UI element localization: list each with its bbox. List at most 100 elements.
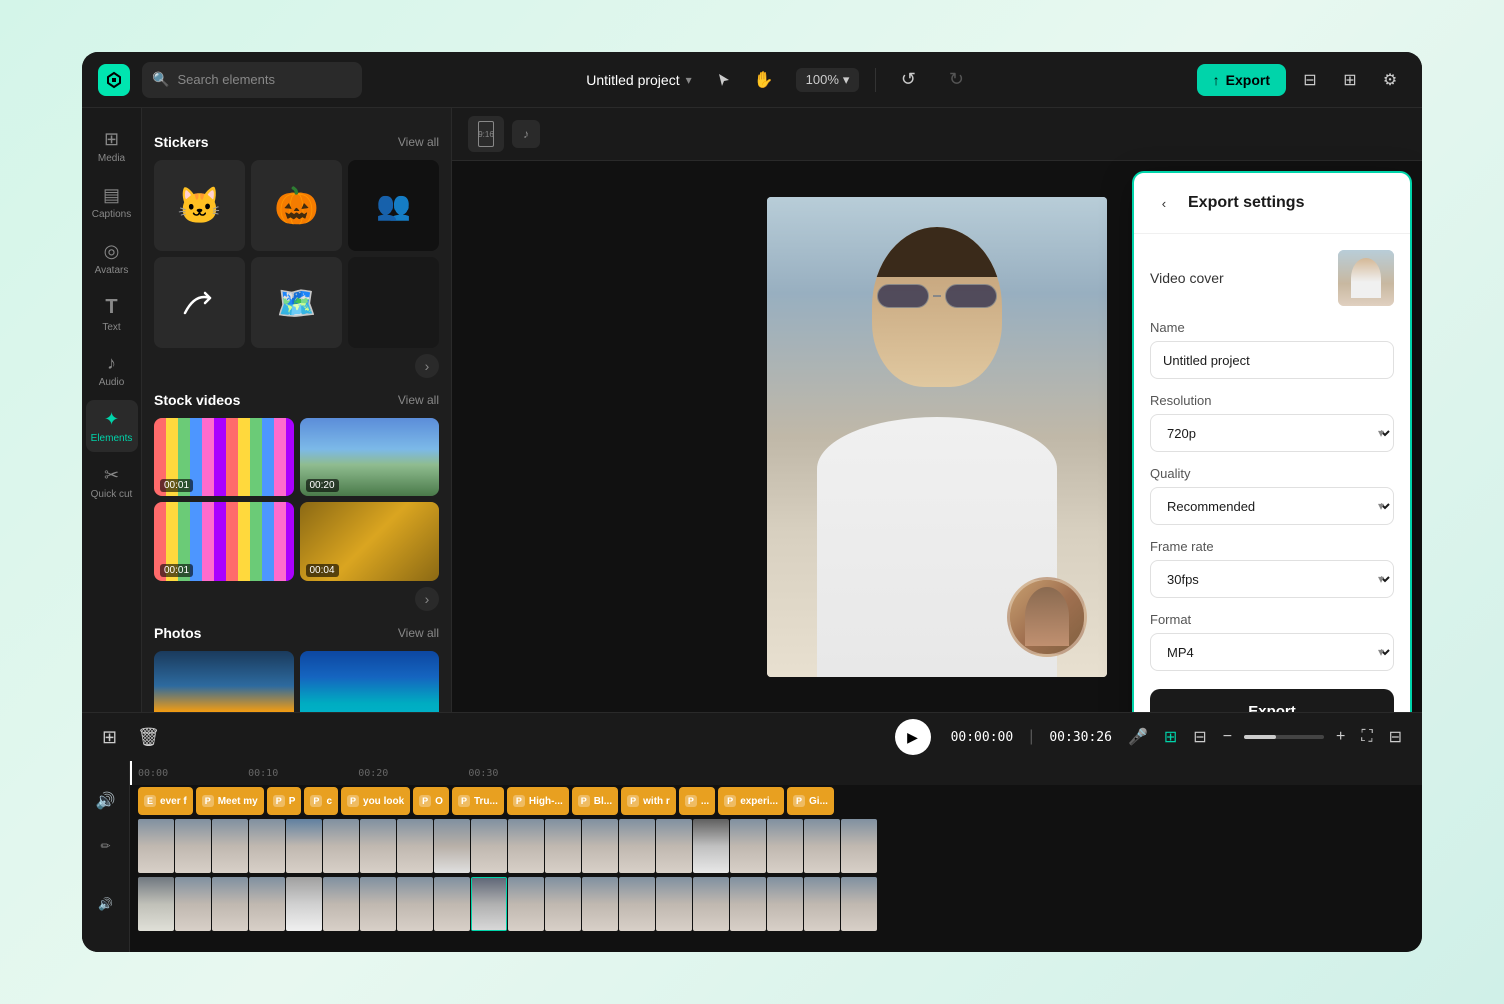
name-input[interactable] — [1150, 341, 1394, 379]
aspect-ratio-btn[interactable]: 9:16 — [468, 116, 504, 152]
video-item-2[interactable]: 00:20 — [300, 418, 440, 496]
sidebar-item-avatars[interactable]: ◎ Avatars — [86, 232, 138, 284]
undo-btn[interactable]: ↺ — [892, 64, 924, 96]
video-frames-2[interactable] — [138, 877, 1414, 931]
frame-rate-select[interactable]: 24fps 25fps 30fps 60fps — [1150, 560, 1394, 598]
vf2-11 — [508, 877, 544, 931]
top-bar-actions: ↑ Export ⊟ ⊞ ⚙ — [1197, 64, 1406, 96]
photo-item-ocean[interactable] — [300, 651, 440, 712]
avatars-icon: ◎ — [104, 241, 120, 262]
caption-clip-1[interactable]: Eever f — [138, 787, 193, 815]
ruler-mark-0: 00:00 — [138, 768, 168, 779]
sticker-item-pumpkin[interactable]: 🎃 — [251, 160, 342, 251]
video-item-1[interactable]: 00:01 — [154, 418, 294, 496]
zoom-control[interactable]: 100% ▾ — [796, 68, 860, 92]
videos-next-btn[interactable]: › — [415, 587, 439, 611]
photo-item-city[interactable] — [154, 651, 294, 712]
vf2-5 — [286, 877, 322, 931]
zoom-in-btn[interactable]: + — [1332, 724, 1349, 750]
search-box[interactable]: 🔍 Search elements — [142, 62, 362, 98]
time-separator: | — [1029, 728, 1033, 746]
caption-text-6: O — [435, 796, 443, 807]
play-button[interactable]: ▶ — [895, 719, 931, 755]
video-item-3[interactable]: 00:01 — [154, 502, 294, 580]
caption-clip-6[interactable]: PO — [413, 787, 449, 815]
sidebar-item-audio[interactable]: ♪ Audio — [86, 344, 138, 396]
pan-tool-btn[interactable]: ✋ — [748, 64, 780, 96]
caption-clip-13[interactable]: PGi... — [787, 787, 834, 815]
caption-clip-3[interactable]: PP — [267, 787, 302, 815]
quality-select[interactable]: Low Medium Recommended High — [1150, 487, 1394, 525]
sticker-item-arrow[interactable] — [154, 257, 245, 348]
sidebar-audio-label: Audio — [99, 377, 125, 388]
sidebar-item-media[interactable]: ⊞ Media — [86, 120, 138, 172]
video-item-4[interactable]: 00:04 — [300, 502, 440, 580]
caption-clip-12[interactable]: Pexperi... — [718, 787, 784, 815]
export-panel-btn[interactable]: Export — [1150, 689, 1394, 712]
zoom-out-btn[interactable]: − — [1219, 724, 1236, 750]
caption-clip-5[interactable]: Pyou look — [341, 787, 410, 815]
search-icon: 🔍 — [152, 71, 169, 88]
video-track-2 — [130, 875, 1422, 933]
export-button[interactable]: ↑ Export — [1197, 64, 1286, 96]
captions-icon: ▤ — [103, 185, 120, 206]
vf-14 — [619, 819, 655, 873]
caption-clip-2[interactable]: PMeet my — [196, 787, 264, 815]
fullscreen-btn[interactable]: ⛶ — [1357, 724, 1376, 750]
project-title[interactable]: Untitled project ▾ — [586, 72, 691, 88]
caption-clip-4[interactable]: Pc — [304, 787, 338, 815]
format-label: Format — [1150, 612, 1394, 627]
aspect-ratio-label: 9:16 — [478, 130, 494, 139]
trim-btn[interactable]: ⊞ — [98, 723, 121, 752]
overlay-avatar — [1007, 577, 1087, 657]
quality-label: Quality — [1150, 466, 1394, 481]
photos-view-all[interactable]: View all — [398, 626, 439, 640]
stickers-view-all[interactable]: View all — [398, 135, 439, 149]
format-select[interactable]: MP4 MOV — [1150, 633, 1394, 671]
elements-panel: Stickers View all 🐱 🎃 👥 — [142, 108, 452, 712]
mic-btn[interactable]: 🎤 — [1124, 723, 1152, 751]
delete-btn[interactable]: 🗑 — [133, 723, 164, 752]
caption-clip-11[interactable]: P... — [679, 787, 715, 815]
stock-videos-view-all[interactable]: View all — [398, 393, 439, 407]
photos-grid — [154, 651, 439, 712]
sticker-item-cat[interactable]: 🐱 — [154, 160, 245, 251]
export-panel-header: ‹ Export settings — [1134, 173, 1410, 234]
zoom-slider[interactable] — [1244, 735, 1324, 739]
video-track-1 — [130, 817, 1422, 875]
video-cover-thumb[interactable] — [1338, 250, 1394, 306]
sidebar-item-quickcut[interactable]: ✂ Quick cut — [86, 456, 138, 508]
layout-icon-btn[interactable]: ⊟ — [1294, 64, 1326, 96]
track-label-video1: ✏ — [82, 817, 129, 875]
caption-clip-9[interactable]: PBl... — [572, 787, 618, 815]
cursor-tool-btn[interactable] — [708, 64, 740, 96]
vf-10 — [471, 819, 507, 873]
search-placeholder: Search elements — [177, 72, 275, 87]
split-view-btn[interactable]: ⊞ — [1334, 64, 1366, 96]
export-panel-body: Video cover — [1134, 234, 1410, 712]
vf-18 — [767, 819, 803, 873]
sidebar-item-captions[interactable]: ▤ Captions — [86, 176, 138, 228]
redo-btn[interactable]: ↻ — [940, 64, 972, 96]
split-btn[interactable]: ⊟ — [1189, 723, 1210, 751]
vf2-1 — [138, 877, 174, 931]
overflow-btn[interactable]: ⊟ — [1385, 723, 1406, 751]
resolution-select[interactable]: 360p 480p 720p 1080p 2K 4K — [1150, 414, 1394, 452]
sticker-item-crowd[interactable]: 👥 — [348, 160, 439, 251]
caption-clip-10[interactable]: Pwith r — [621, 787, 676, 815]
canvas-wrapper: 9:16 ♪ — [452, 108, 1422, 712]
vf-4 — [249, 819, 285, 873]
sidebar-item-text[interactable]: T Text — [86, 288, 138, 340]
caption-track: Eever f PMeet my PP Pc Pyou look PO PTru… — [130, 785, 1422, 817]
export-back-btn[interactable]: ‹ — [1150, 189, 1178, 217]
video-frames-1[interactable] — [138, 819, 1414, 873]
caption-btn[interactable]: ⊞ — [1160, 723, 1181, 751]
sticker-item-dark[interactable] — [348, 257, 439, 348]
caption-clip-8[interactable]: PHigh-... — [507, 787, 569, 815]
settings-btn[interactable]: ⚙ — [1374, 64, 1406, 96]
caption-clip-7[interactable]: PTru... — [452, 787, 504, 815]
stickers-next-btn[interactable]: › — [415, 354, 439, 378]
vf-12 — [545, 819, 581, 873]
sidebar-item-elements[interactable]: ✦ Elements — [86, 400, 138, 452]
sticker-item-map[interactable]: 🗺️ — [251, 257, 342, 348]
